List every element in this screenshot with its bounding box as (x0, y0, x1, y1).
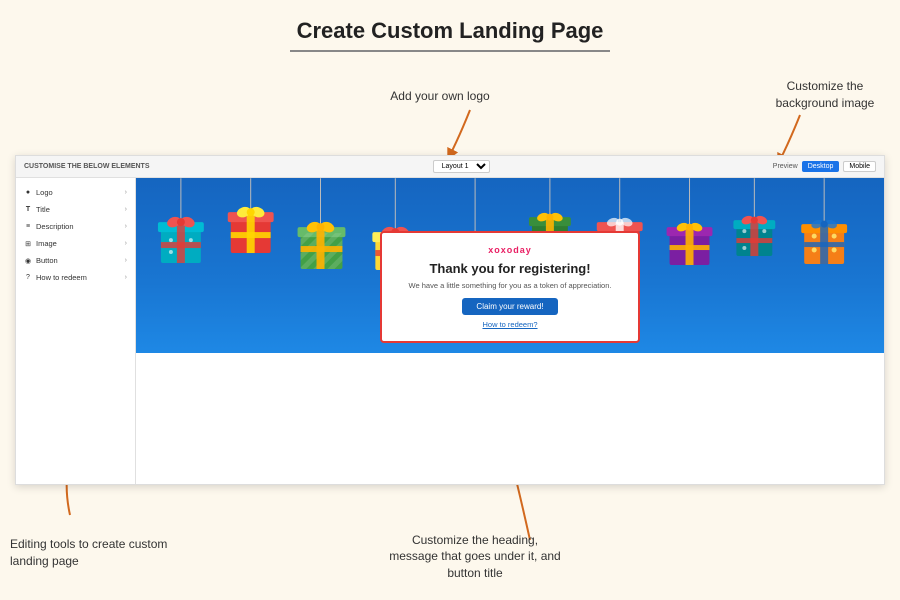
ui-preview: xoxoday Thank you for registering! We ha… (136, 178, 884, 484)
landing-subtext: We have a little something for you as a … (398, 281, 622, 290)
how-to-redeem-link[interactable]: How to redeem? (398, 320, 622, 329)
chevron-icon-image: › (125, 240, 127, 247)
sidebar-label-image: Image (36, 239, 57, 248)
preview-button[interactable]: Preview (773, 163, 798, 170)
sidebar-item-how-to-redeem[interactable]: ? How to redeem › (16, 269, 135, 286)
sidebar-item-description[interactable]: ≡ Description › (16, 218, 135, 235)
page-title: Create Custom Landing Page (0, 0, 900, 50)
topbar-center: Layout 1 (433, 160, 490, 173)
device-toggle: Desktop Mobile (802, 161, 876, 172)
layout-select[interactable]: Layout 1 (433, 160, 490, 173)
sidebar-label-title: Title (36, 205, 50, 214)
sidebar-item-image[interactable]: ⊞ Image › (16, 235, 135, 252)
chevron-icon-title: › (125, 206, 127, 213)
desktop-button[interactable]: Desktop (802, 161, 840, 172)
gift-banner: xoxoday Thank you for registering! We ha… (136, 178, 884, 353)
topbar-right: Preview Desktop Mobile (773, 161, 876, 172)
ui-content: ● Logo › T Title › ≡ Description › (16, 178, 884, 484)
annotation-background-image: Customize the background image (760, 78, 890, 112)
sidebar-label-button: Button (36, 256, 58, 265)
landing-heading: Thank you for registering! (398, 261, 622, 276)
claim-reward-button[interactable]: Claim your reward! (462, 298, 557, 315)
description-icon: ≡ (24, 223, 32, 231)
annotation-customize-heading-text: Customize the heading, message that goes… (389, 533, 560, 581)
screenshot-wrapper: CUSTOMISE THE BELOW ELEMENTS Layout 1 Pr… (15, 155, 885, 485)
image-icon: ⊞ (24, 240, 32, 248)
annotation-editing-tools: Editing tools to create custom landing p… (10, 536, 180, 570)
chevron-icon-how-to-redeem: › (125, 274, 127, 281)
chevron-icon-logo: › (125, 189, 127, 196)
annotation-logo: Add your own logo (380, 88, 500, 105)
sidebar-item-button[interactable]: ◉ Button › (16, 252, 135, 269)
xoxoday-logo: xoxoday (398, 245, 622, 255)
sidebar-item-title[interactable]: T Title › (16, 201, 135, 218)
sidebar-item-logo[interactable]: ● Logo › (16, 184, 135, 201)
mobile-button[interactable]: Mobile (843, 161, 876, 172)
topbar-left-label: CUSTOMISE THE BELOW ELEMENTS (24, 163, 150, 170)
chevron-icon-description: › (125, 223, 127, 230)
arrow-logo (430, 105, 510, 160)
ui-topbar: CUSTOMISE THE BELOW ELEMENTS Layout 1 Pr… (16, 156, 884, 178)
title-underline (290, 50, 610, 52)
sidebar-label-logo: Logo (36, 188, 53, 197)
button-icon: ◉ (24, 257, 32, 265)
annotation-background-image-text: Customize the background image (776, 79, 875, 110)
how-to-redeem-icon: ? (24, 274, 32, 282)
sidebar-label-how-to-redeem: How to redeem (36, 273, 87, 282)
title-icon: T (24, 206, 32, 214)
annotation-customize-heading: Customize the heading, message that goes… (380, 532, 570, 582)
ui-sidebar: ● Logo › T Title › ≡ Description › (16, 178, 136, 484)
landing-card: xoxoday Thank you for registering! We ha… (380, 231, 640, 343)
sidebar-label-description: Description (36, 222, 74, 231)
chevron-icon-button: › (125, 257, 127, 264)
logo-icon: ● (24, 189, 32, 197)
